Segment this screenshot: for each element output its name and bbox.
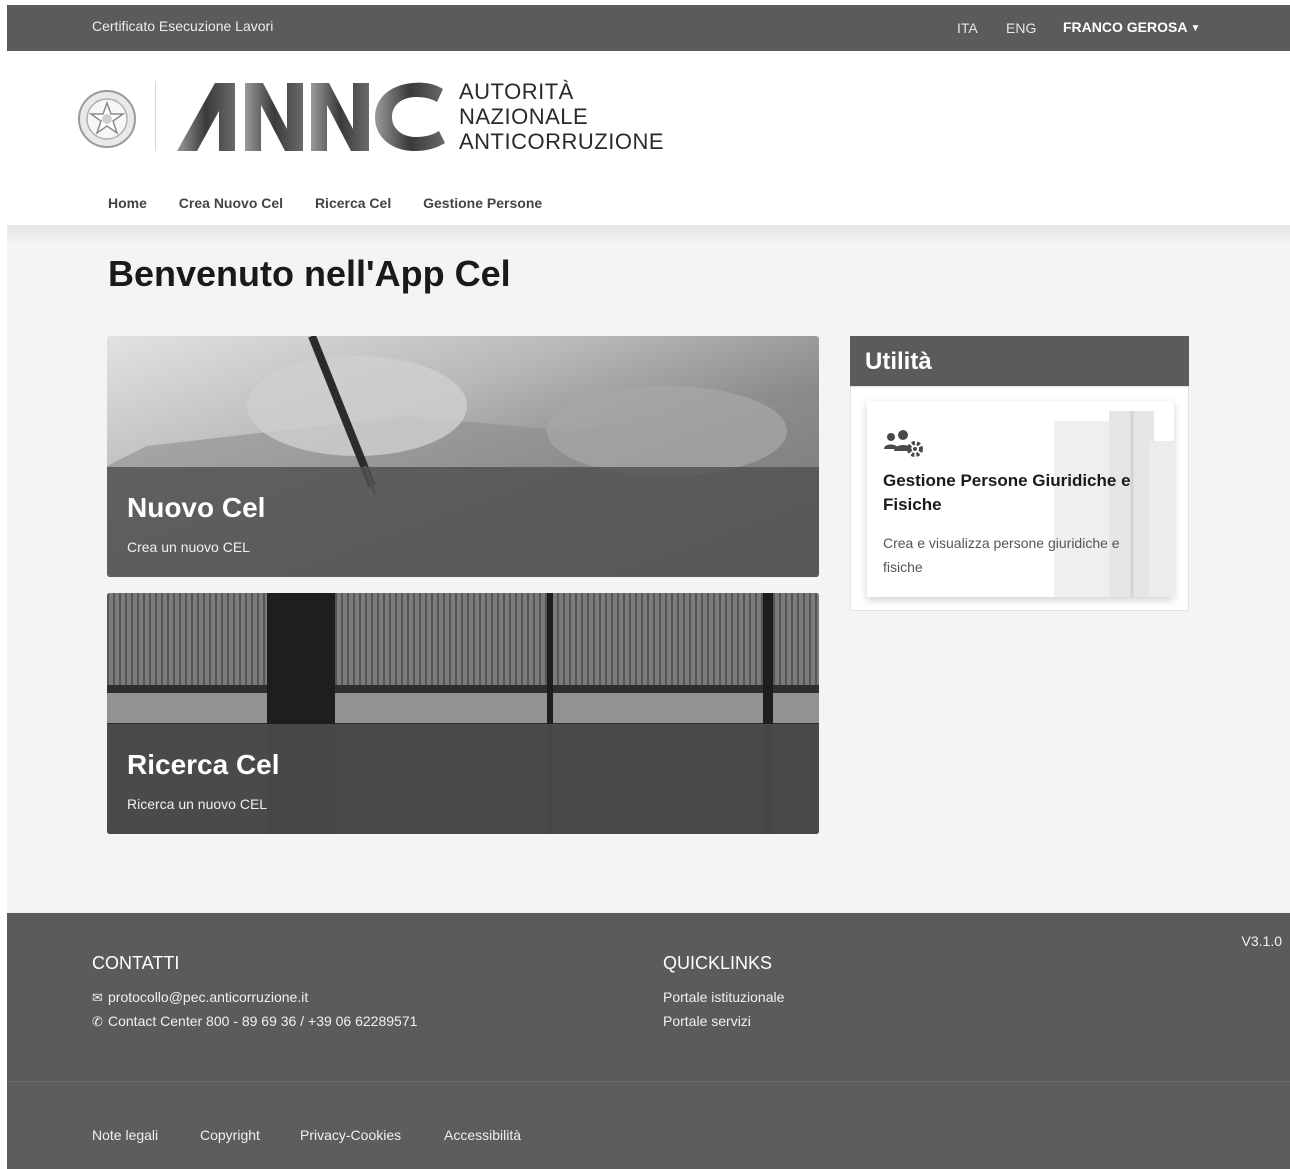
site-header: AUTORITÀ NAZIONALE ANTICORRUZIONE Home C…	[7, 51, 1290, 225]
user-menu[interactable]: FRANCO GEROSA ▼	[1063, 19, 1200, 35]
footer-bottom-bar: Note legali Copyright Privacy-Cookies Ac…	[7, 1081, 1290, 1169]
nav-crea-nuovo-cel[interactable]: Crea Nuovo Cel	[179, 195, 283, 211]
nuovo-cel-title: Nuovo Cel	[127, 492, 266, 523]
users-gear-icon	[884, 430, 923, 457]
org-name-line3: ANTICORRUZIONE	[459, 129, 664, 154]
chevron-down-icon: ▼	[1190, 23, 1201, 34]
ricerca-cel-subtitle: Ricerca un nuovo CEL	[127, 796, 268, 812]
top-bar: Certificato Esecuzione Lavori ITA ENG FR…	[7, 5, 1290, 51]
contact-phone-text: Contact Center 800 - 89 69 36 / +39 06 6…	[108, 1013, 418, 1029]
phone-icon: ✆	[92, 1014, 103, 1029]
page-title: Benvenuto nell'App Cel	[108, 253, 511, 294]
nav-home[interactable]: Home	[108, 195, 147, 211]
main-nav: Home Crea Nuovo Cel Ricerca Cel Gestione…	[108, 195, 570, 211]
ricerca-cel-title: Ricerca Cel	[127, 749, 280, 780]
quicklinks-heading: QUICKLINKS	[663, 953, 773, 973]
republic-emblem-icon	[78, 90, 136, 148]
app-frame: Certificato Esecuzione Lavori ITA ENG FR…	[7, 5, 1290, 1169]
envelope-icon: ✉	[92, 990, 103, 1005]
logo-divider	[155, 81, 156, 151]
contact-email-text: protocollo@pec.anticorruzione.it	[108, 989, 309, 1005]
org-name-line2: NAZIONALE	[459, 104, 589, 129]
language-ita-link[interactable]: ITA	[957, 20, 978, 36]
link-note-legali[interactable]: Note legali	[92, 1127, 158, 1143]
app-name: Certificato Esecuzione Lavori	[92, 18, 274, 34]
contatti-heading: CONTATTI	[92, 953, 180, 973]
anac-logo[interactable]	[175, 81, 447, 153]
nuovo-cel-subtitle: Crea un nuovo CEL	[127, 539, 250, 555]
site-footer: V3.1.0 CONTATTI QUICKLINKS ✉ protocollo@p…	[7, 913, 1290, 1169]
nuovo-cel-card[interactable]: Nuovo Cel Crea un nuovo CEL	[107, 336, 819, 577]
gestione-persone-text: Crea e visualizza persone giuridiche e f…	[883, 535, 1120, 575]
utilita-panel: Gestione Persone Giuridiche e Fisiche Cr…	[850, 386, 1189, 611]
header-shadow	[7, 225, 1290, 245]
ricerca-cel-card[interactable]: Ricerca Cel Ricerca un nuovo CEL	[107, 593, 819, 834]
contact-phone: ✆ Contact Center 800 - 89 69 36 / +39 06 …	[92, 1013, 417, 1030]
quicklink-portale-istituzionale[interactable]: Portale istituzionale	[663, 989, 784, 1005]
utilita-heading: Utilità	[850, 336, 1189, 386]
nav-gestione-persone[interactable]: Gestione Persone	[423, 195, 542, 211]
org-name-line1: AUTORITÀ	[459, 79, 574, 104]
version-label: V3.1.0	[1241, 933, 1282, 949]
org-name: AUTORITÀ NAZIONALE ANTICORRUZIONE	[459, 79, 664, 154]
language-eng-link[interactable]: ENG	[1006, 20, 1036, 36]
gestione-persone-title: Gestione Persone Giuridiche e Fisiche	[883, 471, 1131, 514]
link-copyright[interactable]: Copyright	[200, 1127, 260, 1143]
user-name: FRANCO GEROSA	[1063, 19, 1188, 35]
link-privacy-cookies[interactable]: Privacy-Cookies	[300, 1127, 401, 1143]
link-accessibilita[interactable]: Accessibilità	[444, 1127, 521, 1143]
quicklink-portale-servizi[interactable]: Portale servizi	[663, 1013, 751, 1029]
contact-email[interactable]: ✉ protocollo@pec.anticorruzione.it	[92, 989, 308, 1006]
nav-ricerca-cel[interactable]: Ricerca Cel	[315, 195, 391, 211]
gestione-persone-card[interactable]: Gestione Persone Giuridiche e Fisiche Cr…	[867, 401, 1174, 597]
